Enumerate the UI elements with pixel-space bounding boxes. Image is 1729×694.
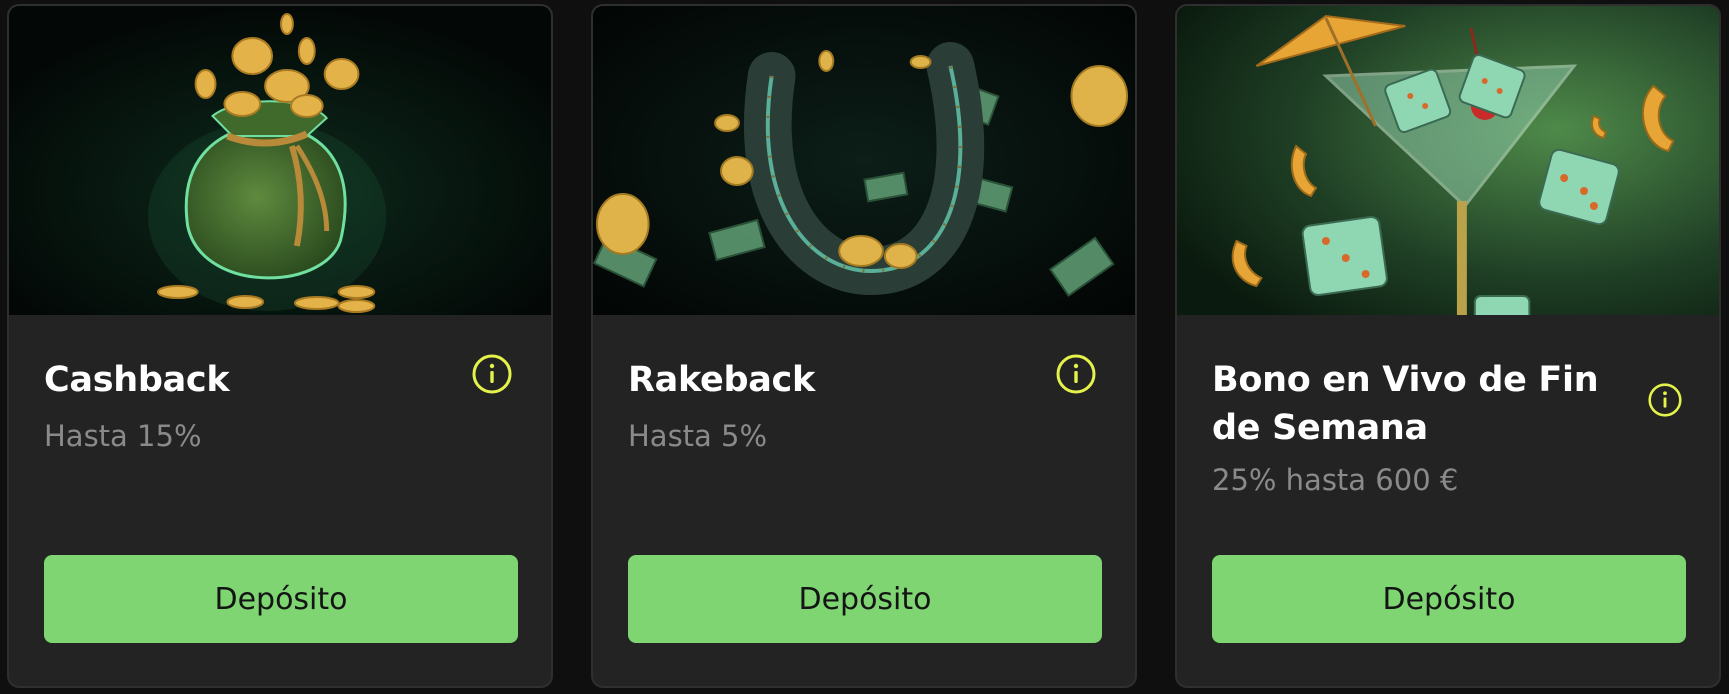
card-title: Rakeback [628, 360, 815, 400]
promo-card-cashback: Cashback Hasta 15% Depósito [7, 4, 553, 688]
promo-card-weekend-live-bonus: Bono en Vivo de Fin de Semana 25% hasta … [1175, 4, 1721, 688]
card-title: Cashback [44, 360, 230, 400]
money-bag-image [9, 6, 551, 315]
deposit-button[interactable]: Depósito [1212, 555, 1686, 643]
card-title: Bono en Vivo de Fin de Semana [1212, 360, 1599, 448]
info-circle-icon[interactable] [1056, 354, 1096, 394]
martini-dice-image [1177, 6, 1719, 315]
deposit-button[interactable]: Depósito [44, 555, 518, 643]
info-circle-icon[interactable] [472, 354, 512, 394]
card-subtitle: Hasta 5% [628, 419, 768, 453]
promotions-grid: Cashback Hasta 15% Depósito Rakeback Has… [0, 0, 1729, 694]
info-circle-icon[interactable] [1648, 383, 1682, 417]
promo-card-rakeback: Rakeback Hasta 5% Depósito [591, 4, 1137, 688]
card-subtitle: Hasta 15% [44, 419, 202, 453]
card-subtitle: 25% hasta 600 € [1212, 463, 1459, 497]
deposit-button[interactable]: Depósito [628, 555, 1102, 643]
horseshoe-image [593, 6, 1135, 315]
